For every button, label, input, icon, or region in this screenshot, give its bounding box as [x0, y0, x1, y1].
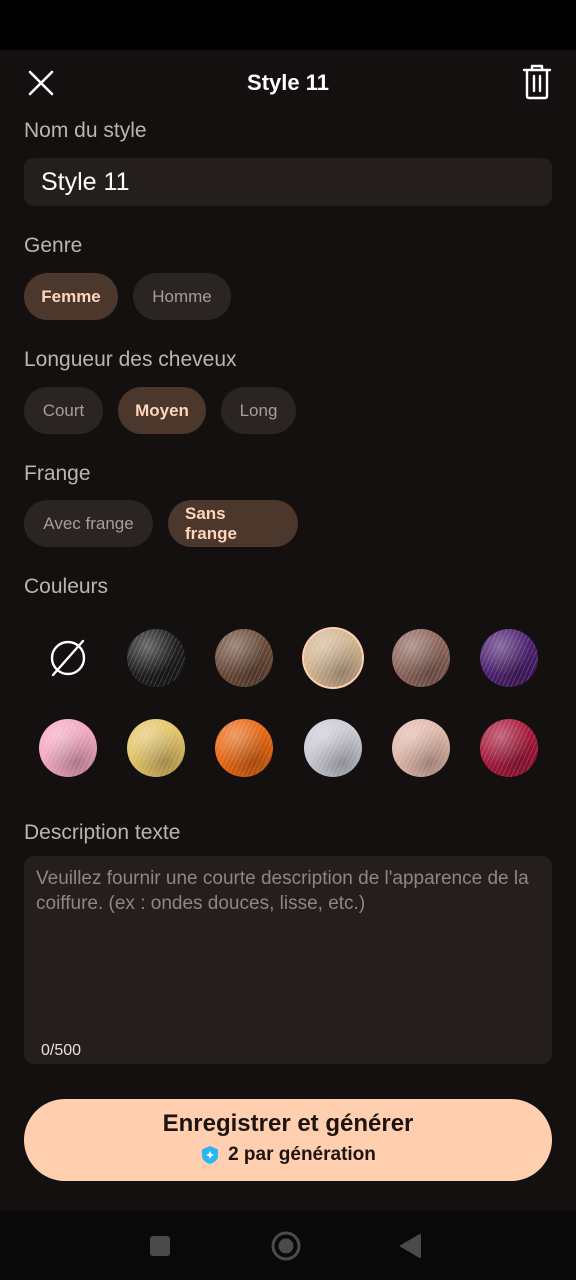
color-swatch-silver[interactable] — [304, 719, 362, 777]
genre-options: Femme Homme — [24, 273, 231, 320]
generation-cost: 2 par génération — [24, 1144, 552, 1166]
color-swatch-mauve-brown[interactable] — [392, 629, 450, 687]
color-swatches — [24, 629, 552, 779]
colors-label: Couleurs — [24, 575, 109, 598]
style-name-input[interactable] — [24, 158, 552, 206]
description-label: Description texte — [24, 821, 181, 844]
character-counter: 0/500 — [41, 1042, 82, 1059]
length-option-long[interactable]: Long — [221, 387, 296, 434]
status-bar — [0, 0, 576, 50]
fringe-option-sans[interactable]: Sans frange — [168, 500, 298, 547]
color-swatch-rose-beige[interactable] — [392, 719, 450, 777]
back-button[interactable] — [393, 1229, 427, 1263]
delete-button[interactable] — [522, 64, 552, 100]
color-swatch-pink[interactable] — [39, 719, 97, 777]
fringe-option-avec[interactable]: Avec frange — [24, 500, 153, 547]
length-options: Court Moyen Long — [24, 387, 296, 434]
genre-option-homme[interactable]: Homme — [133, 273, 231, 320]
color-swatch-crimson[interactable] — [480, 719, 538, 777]
circle-icon — [271, 1231, 301, 1261]
gem-icon — [202, 1146, 219, 1164]
description-field[interactable]: Veuillez fournir une courte description … — [24, 856, 552, 1064]
generation-cost-label: 2 par génération — [228, 1144, 376, 1165]
system-nav-bar — [0, 1211, 576, 1280]
page-title: Style 11 — [247, 70, 329, 95]
length-option-court[interactable]: Court — [24, 387, 103, 434]
triangle-back-icon — [400, 1234, 421, 1258]
save-and-generate-label: Enregistrer et générer — [162, 1110, 414, 1137]
style-name-label: Nom du style — [24, 119, 147, 142]
color-swatch-orange[interactable] — [215, 719, 273, 777]
square-icon — [150, 1236, 170, 1256]
recents-button[interactable] — [143, 1229, 177, 1263]
length-option-moyen[interactable]: Moyen — [118, 387, 206, 434]
genre-option-femme[interactable]: Femme — [24, 273, 118, 320]
no-color-icon — [50, 639, 86, 677]
genre-label: Genre — [24, 234, 83, 257]
color-swatch-blonde-beige[interactable] — [304, 629, 362, 687]
fringe-label: Frange — [24, 462, 91, 485]
color-swatch-purple[interactable] — [480, 629, 538, 687]
trash-icon — [522, 64, 552, 100]
length-label: Longueur des cheveux — [24, 348, 237, 371]
color-swatch-black[interactable] — [127, 629, 185, 687]
save-and-generate-button[interactable]: Enregistrer et générer 2 par génération — [24, 1099, 552, 1181]
no-color-swatch[interactable] — [39, 629, 97, 687]
color-swatch-brown[interactable] — [215, 629, 273, 687]
description-placeholder: Veuillez fournir une courte description … — [36, 868, 529, 914]
header: Style 11 — [0, 50, 576, 116]
fringe-options: Avec frange Sans frange — [24, 500, 298, 547]
color-swatch-golden[interactable] — [127, 719, 185, 777]
home-button[interactable] — [269, 1229, 303, 1263]
